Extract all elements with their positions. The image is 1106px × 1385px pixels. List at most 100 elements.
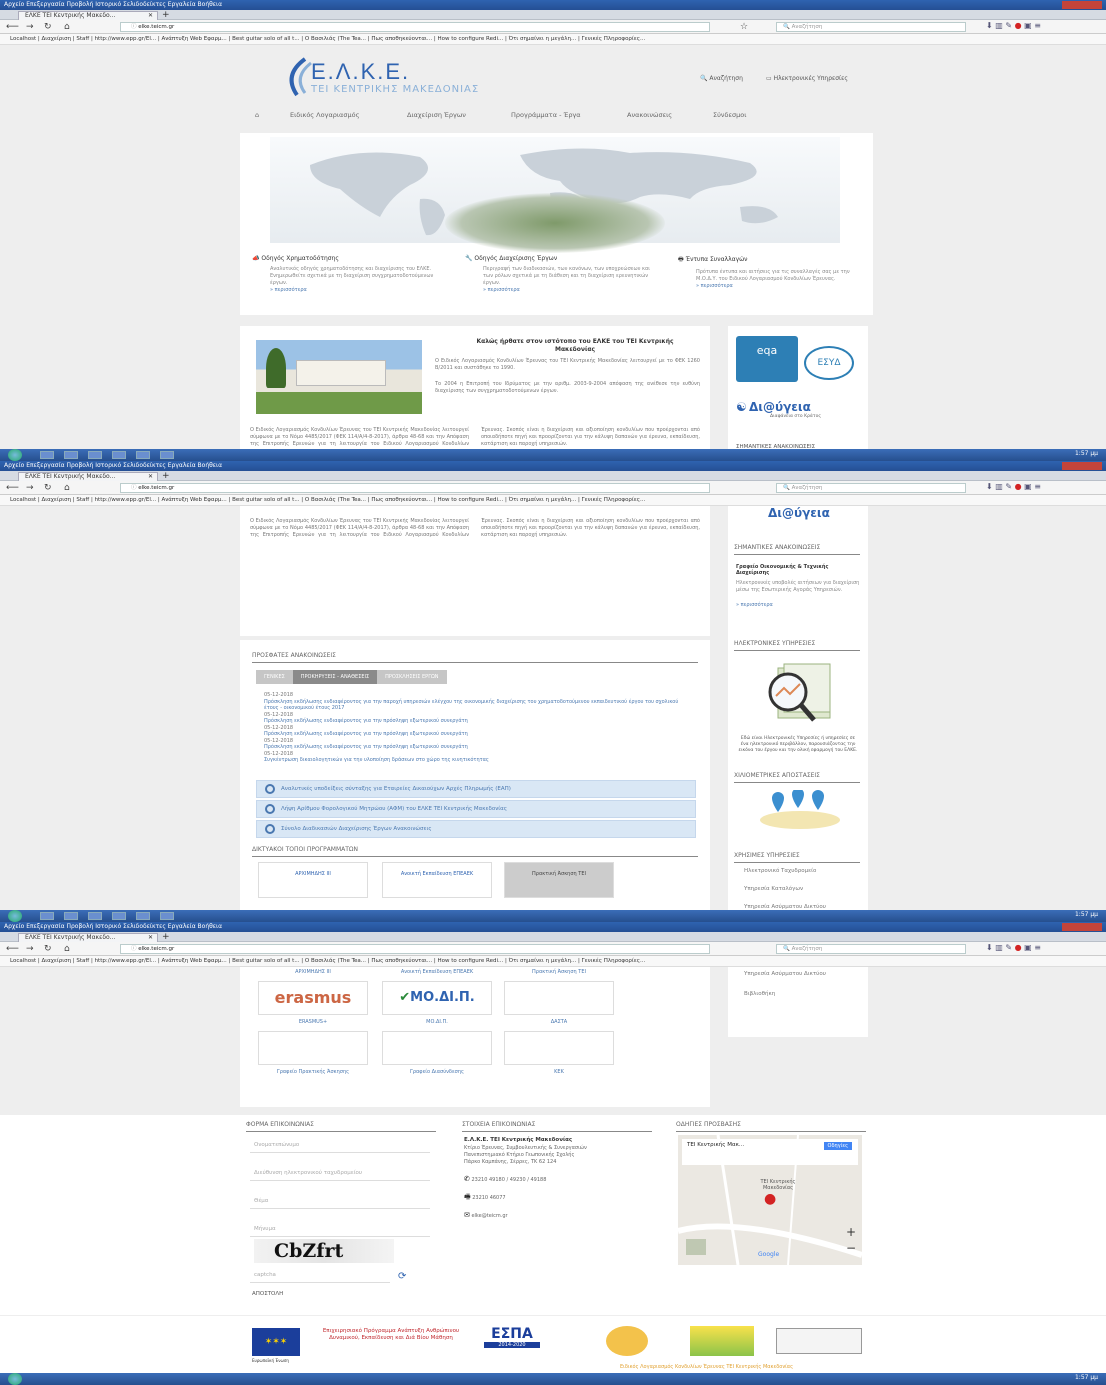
eqa-logo[interactable]: eqa	[736, 336, 798, 382]
diavgeia-logo[interactable]: ☯ Δι@ύγεια Διαφάνεια στο Κράτος	[736, 400, 860, 419]
taskbar[interactable]: 1:57 μμ	[0, 1373, 1106, 1385]
tab-project-calls[interactable]: ΠΡΟΣΚΛΗΣΕΙΣ ΕΡΓΩΝ	[377, 670, 447, 684]
map-directions-button[interactable]: Οδηγίες	[823, 1142, 852, 1150]
start-button[interactable]	[8, 449, 22, 461]
analytics-magnifier-icon[interactable]	[758, 662, 838, 730]
url-bar[interactable]: ⓘ elke.teicm.gr	[120, 22, 710, 32]
useful-link[interactable]: Βιβλιοθήκη	[744, 991, 775, 997]
reload-icon[interactable]: ↻	[44, 483, 52, 493]
home-icon[interactable]: ⌂	[64, 483, 70, 493]
feature-project-guide[interactable]: 🔧 Οδηγός Διαχείρισης Έργων Περιγραφή των…	[465, 255, 655, 293]
list-item[interactable]: 05-12-2018 Πρόσκληση εκδήλωσης ενδιαφέρον…	[264, 738, 684, 751]
feature-funding-guide[interactable]: 📣 Οδηγός Χρηματοδότησης Αναλυτικός οδηγό…	[252, 255, 437, 293]
browser-tab[interactable]: ΕΛΚΕ ΤΕΙ Κεντρικής Μακεδο... ✕	[18, 11, 158, 20]
program-logo[interactable]	[258, 1031, 368, 1065]
feature-forms[interactable]: 🖶 Έντυπα Συναλλαγών Πρότυπα έντυπα και α…	[678, 255, 863, 289]
sponsor-logo[interactable]	[606, 1326, 648, 1356]
read-more-link[interactable]: » περισσότερα	[696, 283, 863, 289]
url-bar[interactable]: ⓘ elke.teicm.gr	[120, 944, 710, 954]
erasmus-logo[interactable]: erasmus	[258, 981, 368, 1015]
home-icon[interactable]: ⌂	[255, 111, 259, 119]
toolbar-icons[interactable]: ⬇ ▥ ✎ ● ▣ ≡	[986, 482, 1041, 491]
start-button[interactable]	[8, 1373, 22, 1385]
toolbar-icons[interactable]: ⬇ ▥ ✎ ● ▣ ≡	[986, 943, 1041, 952]
close-icon[interactable]: ✕	[148, 12, 153, 20]
program-logo[interactable]: Πρακτική Άσκηση ΤΕΙ	[504, 862, 614, 898]
message-field[interactable]: Μήνυμα	[250, 1221, 430, 1237]
close-icon[interactable]: ✕	[148, 934, 153, 942]
taskbar[interactable]: 1:57 μμ	[0, 910, 1106, 922]
sponsor-hrd-logo[interactable]: Επιχειρησιακό Πρόγραμμα Ανάπτυξη Ανθρώπι…	[316, 1328, 466, 1342]
sponsor-logo[interactable]	[776, 1328, 862, 1354]
browser-search-input[interactable]: 🔍 Αναζήτηση	[776, 483, 966, 493]
url-bar[interactable]: ⓘ elke.teicm.gr	[120, 483, 710, 493]
name-field[interactable]: Ονοματεπώνυμο	[250, 1137, 430, 1153]
nav-item[interactable]: Ανακοινώσεις	[627, 111, 672, 119]
info-bar[interactable]: Αναλυτικές υποδείξεις σύνταξης για Εταιρ…	[256, 780, 696, 798]
captcha-input[interactable]: captcha	[250, 1267, 390, 1283]
nav-item[interactable]: Ειδικός Λογαριασμός	[290, 111, 359, 119]
map-pin-icon[interactable]: ●	[764, 1191, 776, 1207]
back-icon[interactable]: ⟵	[6, 944, 19, 954]
read-more-link[interactable]: » περισσότερα	[270, 287, 437, 293]
list-item[interactable]: 05-12-2018 Συγκέντρωση δικαιολογητικών γι…	[264, 751, 684, 764]
home-icon[interactable]: ⌂	[64, 944, 70, 954]
nav-item[interactable]: Διαχείριση Έργων	[407, 111, 466, 119]
browser-search-input[interactable]: 🔍 Αναζήτηση	[776, 22, 966, 32]
zoom-in-button[interactable]: +	[846, 1225, 856, 1239]
list-item[interactable]: 05-12-2018 Πρόσκληση εκδήλωσης ενδιαφέρον…	[264, 725, 684, 738]
window-controls[interactable]	[1062, 1, 1102, 9]
back-icon[interactable]: ⟵	[6, 483, 19, 493]
bookmark-star-icon[interactable]: ☆	[740, 22, 748, 32]
eservices-link[interactable]: ▭ Ηλεκτρονικές Υπηρεσίες	[766, 75, 848, 82]
browser-tab[interactable]: ΕΛΚΕ ΤΕΙ Κεντρικής Μακεδο... ✕	[18, 933, 158, 942]
reload-icon[interactable]: ↻	[44, 944, 52, 954]
read-more-link[interactable]: » περισσότερα	[483, 287, 655, 293]
bookmarks-bar[interactable]: Localhost | Διαχείριση | Staff | http://…	[0, 34, 1106, 45]
program-logo[interactable]: ΑΡΧΙΜΗΔΗΣ ΙΙΙ	[258, 862, 368, 898]
subject-field[interactable]: Θέμα	[250, 1193, 430, 1209]
list-item[interactable]: 05-12-2018 Πρόσκληση εκδήλωσης ενδιαφέρον…	[264, 712, 684, 725]
tab-general[interactable]: ΓΕΝΙΚΕΣ	[256, 670, 293, 684]
iso-logo[interactable]: ΕΣΥΔ	[804, 346, 854, 380]
site-logo[interactable]: Ε.Λ.Κ.Ε. ΤΕΙ ΚΕΝΤΡΙΚΗΣ ΜΑΚΕΔΟΝΙΑΣ	[275, 57, 575, 97]
forward-icon[interactable]: →	[26, 944, 34, 954]
zoom-out-button[interactable]: −	[846, 1241, 856, 1255]
browser-search-input[interactable]: 🔍 Αναζήτηση	[776, 944, 966, 954]
forward-icon[interactable]: →	[26, 483, 34, 493]
email-field[interactable]: Διεύθυνση ηλεκτρονικού ταχυδρομείου	[250, 1165, 430, 1181]
read-more-link[interactable]: » περισσότερα	[736, 602, 773, 608]
program-logo[interactable]	[382, 1031, 492, 1065]
new-tab-icon[interactable]: +	[162, 10, 170, 20]
start-button[interactable]	[8, 910, 22, 922]
list-item[interactable]: 05-12-2018 Πρόσκληση εκδήλωσης ενδιαφέρον…	[264, 692, 684, 712]
nav-item[interactable]: Σύνδεσμοι	[713, 111, 746, 119]
reload-icon[interactable]: ↻	[44, 22, 52, 32]
useful-link[interactable]: Υπηρεσία Ασύρματου Δικτύου	[744, 971, 826, 977]
info-bar[interactable]: Σύνολο Διαδικασιών Διαχείρισης Έργων Ανα…	[256, 820, 696, 838]
back-icon[interactable]: ⟵	[6, 22, 19, 32]
important-item-link[interactable]: Γραφείο Οικονομικής & Τεχνικής Διαχείρισ…	[736, 564, 860, 576]
program-logo[interactable]: Ανοικτή Εκπαίδευση ΕΠΕΑΕΚ	[382, 862, 492, 898]
search-link[interactable]: 🔍 Αναζήτηση	[700, 75, 743, 82]
espa-logo[interactable]: ΕΣΠΑ 2014-2020	[484, 1326, 540, 1360]
home-icon[interactable]: ⌂	[64, 22, 70, 32]
program-logo[interactable]	[504, 981, 614, 1015]
contact-email[interactable]: ✉ elke@teicm.gr	[464, 1211, 508, 1219]
submit-button[interactable]: ΑΠΟΣΤΟΛΗ	[252, 1291, 283, 1297]
useful-link[interactable]: Υπηρεσία Καταλόγων	[744, 886, 803, 892]
bookmarks-bar[interactable]: Localhost | Διαχείριση | Staff | http://…	[0, 495, 1106, 506]
google-map[interactable]: ΤΕΙ Κεντρικής Μακ... Οδηγίες ΤΕΙ Κεντρική…	[678, 1135, 862, 1265]
taskbar[interactable]: 1:57 μμ	[0, 449, 1106, 461]
browser-tab[interactable]: ΕΛΚΕ ΤΕΙ Κεντρικής Μακεδο... ✕	[18, 472, 158, 481]
useful-link[interactable]: Ηλεκτρονικό Ταχυδρομείο	[744, 868, 816, 874]
program-logo[interactable]	[504, 1031, 614, 1065]
eu-flag-logo[interactable]: ✶✶✶	[252, 1328, 300, 1356]
toolbar-icons[interactable]: ⬇ ▥ ✎ ● ▣ ≡	[986, 21, 1041, 30]
new-tab-icon[interactable]: +	[162, 471, 170, 481]
info-bar[interactable]: Λήψη Αρίθμου Φορολογικού Μητρώου (ΑΦΜ) τ…	[256, 800, 696, 818]
tab-announcements[interactable]: ΠΡΟΚΗΡΥΞΕΙΣ - ΑΝΑΘΕΣΕΙΣ	[292, 670, 378, 684]
nav-item[interactable]: Προγράμματα - Έργα	[511, 111, 581, 119]
modip-logo[interactable]: ✔ΜΟ.ΔΙ.Π.	[382, 981, 492, 1015]
bookmarks-bar[interactable]: Localhost | Διαχείριση | Staff | http://…	[0, 956, 1106, 967]
